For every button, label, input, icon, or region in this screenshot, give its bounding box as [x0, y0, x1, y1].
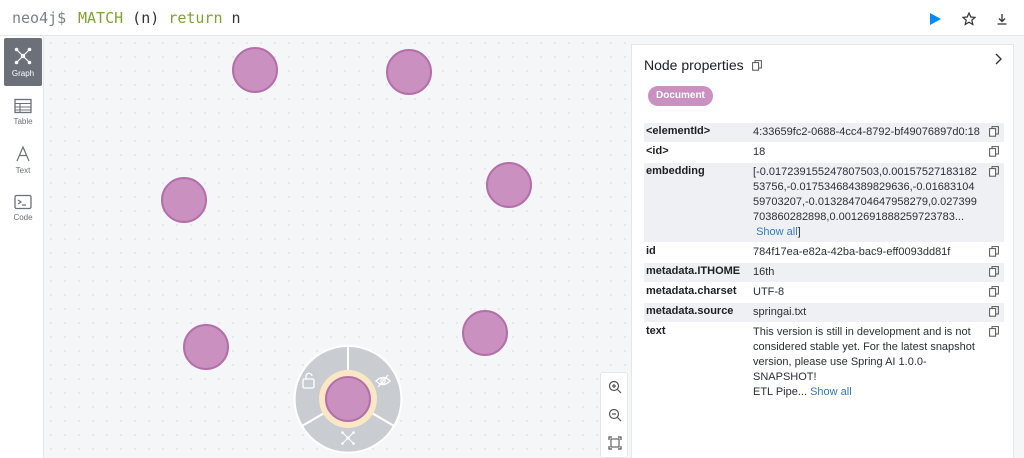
table-icon	[14, 98, 32, 114]
play-icon	[930, 13, 941, 25]
property-value: UTF-8	[753, 286, 785, 298]
copy-icon	[988, 166, 999, 177]
zoom-out-button[interactable]	[604, 404, 626, 426]
zoom-out-icon	[608, 408, 622, 422]
star-icon	[962, 12, 976, 26]
collapse-panel-button[interactable]	[992, 52, 1004, 71]
property-key: <elementId>	[646, 125, 711, 137]
selected-graph-node[interactable]	[325, 376, 371, 422]
text-value: This version is still in development and…	[753, 326, 975, 383]
copy-icon	[988, 286, 999, 297]
embedding-value: [-0.017239155247807503,0.00157527183182 …	[753, 166, 977, 223]
property-value: 4:33659fc2-0688-4cc4-8792-bf49076897d0:1…	[753, 126, 980, 138]
view-graph-button[interactable]: Graph	[4, 38, 42, 86]
text-icon	[16, 145, 30, 162]
property-key: <id>	[646, 145, 669, 157]
copy-value-button[interactable]	[983, 123, 1004, 142]
property-key: metadata.ITHOME	[646, 265, 741, 277]
view-graph-label: Graph	[11, 69, 35, 78]
graph-node[interactable]	[386, 49, 432, 95]
view-code-button[interactable]: Code	[4, 184, 42, 232]
graph-icon	[14, 47, 32, 65]
query-bar: neo4j$ MATCH (n) return n	[0, 0, 1024, 36]
copy-value-button[interactable]	[983, 283, 1004, 302]
copy-icon	[988, 126, 999, 137]
property-value: 784f17ea-e82a-42ba-bac9-eff0093dd81f	[753, 246, 951, 258]
copy-icon	[988, 246, 999, 257]
property-row: text This version is still in developmen…	[644, 323, 1004, 403]
graph-node[interactable]	[232, 47, 278, 93]
download-button[interactable]	[991, 8, 1013, 30]
property-value: [-0.017239155247807503,0.00157527183182 …	[753, 163, 983, 242]
copy-value-button[interactable]	[983, 163, 1004, 242]
property-value: 16th	[753, 266, 775, 278]
copy-value-button[interactable]	[983, 263, 1004, 282]
zoom-in-icon	[608, 380, 622, 394]
property-row: metadata.source springai.txt	[644, 303, 1004, 323]
code-icon	[14, 194, 32, 210]
node-context-ring	[293, 344, 403, 454]
graph-node[interactable]	[462, 310, 508, 356]
property-value: springai.txt	[753, 306, 807, 318]
query-pattern: (n)	[123, 9, 169, 27]
graph-node[interactable]	[161, 177, 207, 223]
property-table: <elementId> 4:33659fc2-0688-4cc4-8792-bf…	[644, 123, 1004, 403]
favorite-button[interactable]	[958, 8, 980, 30]
property-row: metadata.charset UTF-8	[644, 283, 1004, 303]
show-all-text-link[interactable]: Show all	[810, 386, 852, 398]
property-row: <elementId> 4:33659fc2-0688-4cc4-8792-bf…	[644, 123, 1004, 143]
view-table-label: Table	[13, 117, 33, 126]
text-value-continued: ETL Pipe...	[753, 386, 808, 398]
copy-icon	[752, 60, 762, 71]
embedding-close-bracket: ]	[797, 226, 801, 238]
zoom-controls	[600, 372, 628, 458]
query-editor[interactable]: MATCH (n) return n	[78, 9, 241, 27]
copy-value-button[interactable]	[983, 243, 1004, 262]
properties-title: Node properties	[644, 57, 744, 73]
property-value: 18	[753, 146, 766, 158]
copy-icon	[988, 266, 999, 277]
property-row: id 784f17ea-e82a-42ba-bac9-eff0093dd81f	[644, 243, 1004, 263]
graph-node[interactable]	[183, 324, 229, 370]
neo4j-browser: neo4j$ MATCH (n) return n Graph Table Te…	[0, 0, 1024, 458]
property-value: This version is still in development and…	[753, 323, 983, 402]
property-key: id	[646, 245, 656, 257]
copy-properties-button[interactable]	[752, 58, 762, 76]
query-prompt: neo4j$	[12, 9, 67, 27]
copy-value-button[interactable]	[983, 323, 1004, 402]
download-icon	[997, 14, 1007, 25]
graph-node[interactable]	[486, 162, 532, 208]
property-key: embedding	[646, 165, 705, 177]
query-keyword-return: return	[168, 9, 223, 27]
chevron-right-icon	[995, 53, 1002, 65]
node-label-chip[interactable]: Document	[648, 86, 713, 106]
property-row: <id> 18	[644, 143, 1004, 163]
copy-icon	[988, 306, 999, 317]
view-switcher: Graph Table Text Code	[0, 36, 44, 458]
zoom-in-button[interactable]	[604, 376, 626, 398]
copy-icon	[988, 326, 999, 337]
property-row: embedding [-0.017239155247807503,0.00157…	[644, 163, 1004, 243]
view-table-button[interactable]: Table	[4, 88, 42, 136]
view-code-label: Code	[13, 213, 33, 222]
query-return-value: n	[222, 9, 241, 27]
view-text-button[interactable]: Text	[4, 136, 42, 184]
property-key: text	[646, 325, 666, 337]
property-key: metadata.charset	[646, 285, 737, 297]
run-query-button[interactable]	[924, 8, 946, 30]
property-key: metadata.source	[646, 305, 734, 317]
view-text-label: Text	[15, 166, 31, 175]
fit-to-screen-button[interactable]	[604, 432, 626, 454]
fit-screen-icon	[608, 436, 622, 450]
show-all-embedding-link[interactable]: Show all	[756, 226, 798, 238]
copy-icon	[988, 146, 999, 157]
property-row: metadata.ITHOME 16th	[644, 263, 1004, 283]
copy-value-button[interactable]	[983, 143, 1004, 162]
node-properties-panel: Node properties Document <elementId> 4:3…	[631, 44, 1014, 458]
query-keyword-match: MATCH	[78, 9, 124, 27]
graph-canvas[interactable]	[44, 36, 630, 458]
copy-value-button[interactable]	[983, 303, 1004, 322]
